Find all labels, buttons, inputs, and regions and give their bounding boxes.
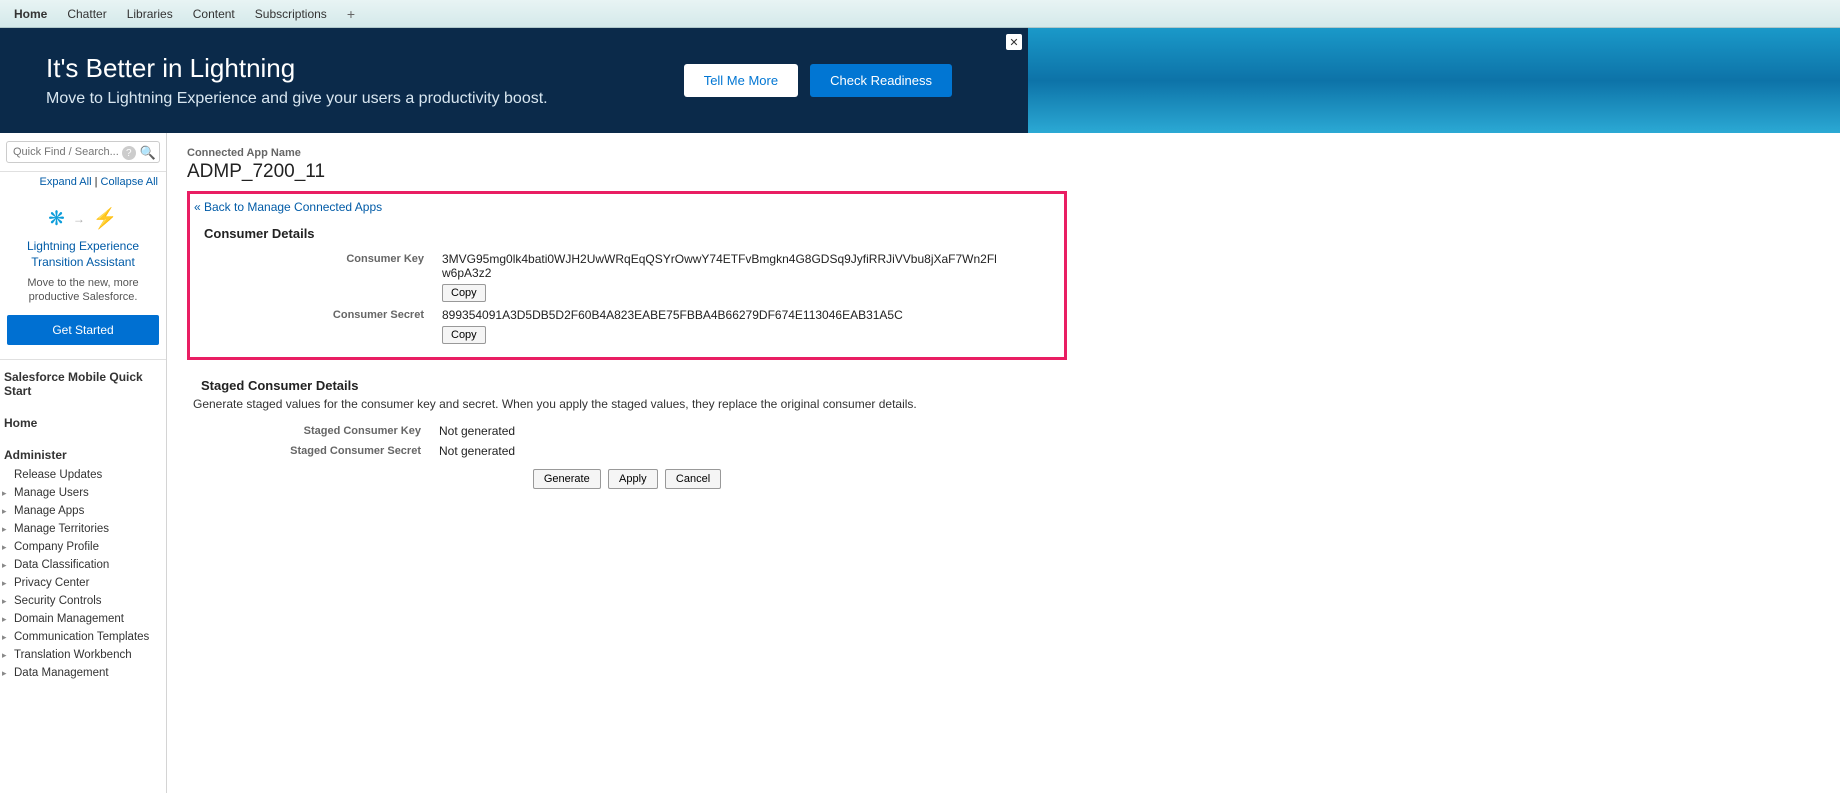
sidebar-item-domain-management[interactable]: Domain Management: [0, 610, 166, 628]
tab-subscriptions[interactable]: Subscriptions: [245, 0, 337, 28]
assistant-description: Move to the new, more productive Salesfo…: [6, 276, 160, 305]
transition-assistant-box: ❋ → ⚡ Lightning Experience Transition As…: [0, 196, 166, 360]
check-readiness-button[interactable]: Check Readiness: [810, 64, 952, 97]
help-icon[interactable]: ?: [122, 146, 136, 160]
sidebar-mobile-quick-start[interactable]: Salesforce Mobile Quick Start: [0, 360, 166, 402]
staged-key-value: Not generated: [439, 424, 515, 438]
copy-consumer-secret-button[interactable]: Copy: [442, 326, 486, 344]
banner-title: It's Better in Lightning: [46, 53, 684, 84]
consumer-details-highlight: « Back to Manage Connected Apps Consumer…: [187, 191, 1067, 360]
staged-consumer-details: Staged Consumer Details Generate staged …: [187, 378, 1067, 497]
breadcrumb-label: Connected App Name: [187, 147, 1820, 159]
consumer-secret-value: 899354091A3D5DB5D2F60B4A823EABE75FBBA4B6…: [442, 308, 903, 322]
tab-chatter[interactable]: Chatter: [57, 0, 116, 28]
sidebar-item-manage-apps[interactable]: Manage Apps: [0, 502, 166, 520]
staged-description: Generate staged values for the consumer …: [187, 397, 1067, 421]
page-title: ADMP_7200_11: [187, 161, 1820, 183]
sidebar-item-data-classification[interactable]: Data Classification: [0, 556, 166, 574]
lightning-banner: It's Better in Lightning Move to Lightni…: [0, 28, 1840, 133]
staged-heading: Staged Consumer Details: [187, 378, 1067, 397]
consumer-secret-label: Consumer Secret: [190, 308, 442, 321]
sidebar-item-security-controls[interactable]: Security Controls: [0, 592, 166, 610]
staged-secret-value: Not generated: [439, 444, 515, 458]
sidebar-home-heading[interactable]: Home: [0, 402, 166, 434]
banner-panel: It's Better in Lightning Move to Lightni…: [0, 28, 1028, 133]
sidebar-item-manage-territories[interactable]: Manage Territories: [0, 520, 166, 538]
consumer-key-label: Consumer Key: [190, 252, 442, 265]
apply-button[interactable]: Apply: [608, 469, 658, 489]
consumer-key-value: 3MVG95mg0lk4bati0WJH2UwWRqEqQSYrOwwY74ET…: [442, 252, 1002, 280]
search-icon[interactable]: 🔍: [140, 145, 156, 161]
sidebar-item-manage-users[interactable]: Manage Users: [0, 484, 166, 502]
sidebar-item-company-profile[interactable]: Company Profile: [0, 538, 166, 556]
bolt-icon: ⚡: [93, 206, 118, 231]
collapse-all-link[interactable]: Collapse All: [101, 176, 158, 188]
setup-sidebar: ? 🔍 Expand All | Collapse All ❋ → ⚡ Ligh…: [0, 133, 167, 793]
get-started-button[interactable]: Get Started: [7, 315, 159, 345]
generate-button[interactable]: Generate: [533, 469, 601, 489]
staged-key-label: Staged Consumer Key: [187, 424, 439, 437]
back-link[interactable]: « Back to Manage Connected Apps: [194, 200, 382, 214]
cancel-button[interactable]: Cancel: [665, 469, 721, 489]
main-content: Connected App Name ADMP_7200_11 « Back t…: [167, 133, 1840, 793]
expand-all-link[interactable]: Expand All: [40, 176, 92, 188]
cloud-icon: ❋: [48, 206, 65, 231]
staged-secret-label: Staged Consumer Secret: [187, 444, 439, 457]
sidebar-item-translation-workbench[interactable]: Translation Workbench: [0, 646, 166, 664]
consumer-details-heading: Consumer Details: [190, 222, 1064, 249]
copy-consumer-key-button[interactable]: Copy: [442, 284, 486, 302]
tab-content[interactable]: Content: [183, 0, 245, 28]
sidebar-item-release-updates[interactable]: Release Updates: [0, 466, 166, 484]
top-tab-bar: Home Chatter Libraries Content Subscript…: [0, 0, 1840, 28]
tab-libraries[interactable]: Libraries: [117, 0, 183, 28]
tell-me-more-button[interactable]: Tell Me More: [684, 64, 798, 97]
tab-home[interactable]: Home: [4, 0, 57, 28]
sidebar-item-communication-templates[interactable]: Communication Templates: [0, 628, 166, 646]
sidebar-item-privacy-center[interactable]: Privacy Center: [0, 574, 166, 592]
close-icon[interactable]: ✕: [1006, 34, 1022, 50]
banner-subtitle: Move to Lightning Experience and give yo…: [46, 90, 684, 108]
tab-add-icon[interactable]: +: [337, 6, 365, 22]
arrow-right-icon: →: [73, 212, 85, 226]
sidebar-administer-heading[interactable]: Administer: [0, 434, 166, 466]
assistant-title: Lightning Experience Transition Assistan…: [6, 239, 160, 270]
sidebar-item-data-management[interactable]: Data Management: [0, 664, 166, 682]
